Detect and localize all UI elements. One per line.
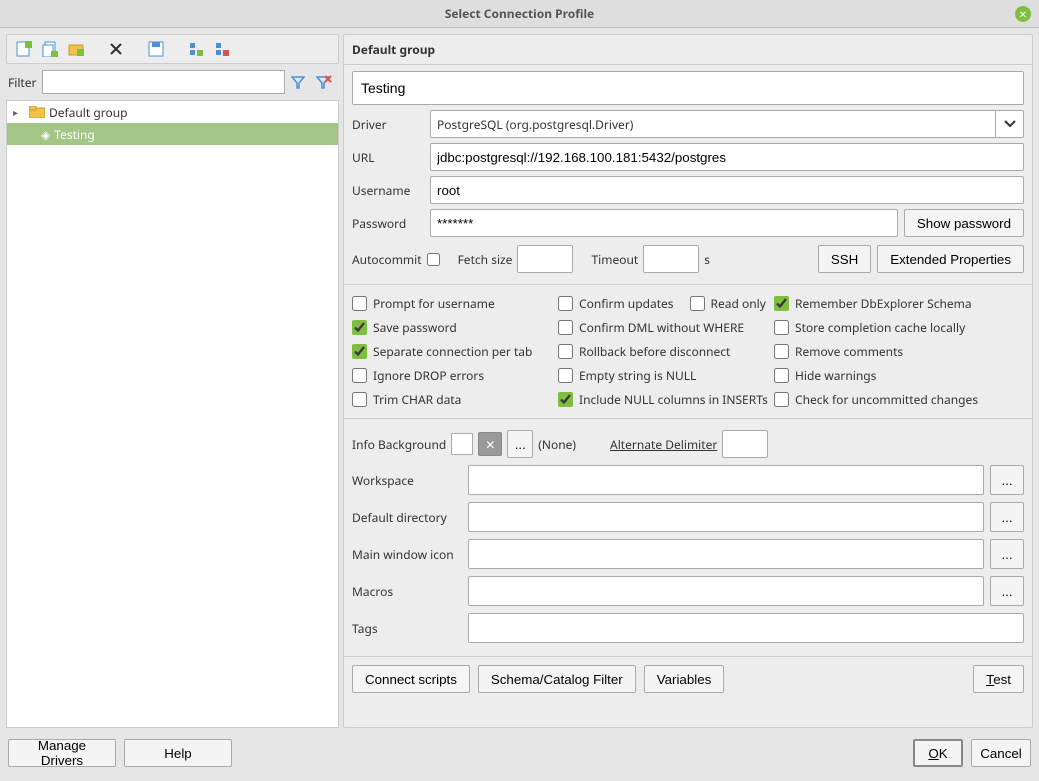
- show-password-button[interactable]: Show password: [904, 209, 1024, 237]
- workspace-browse-button[interactable]: ...: [990, 465, 1024, 495]
- workspace-input[interactable]: [468, 465, 984, 495]
- url-input[interactable]: [430, 143, 1024, 171]
- fetch-input[interactable]: [517, 245, 573, 273]
- funnel-icon[interactable]: [285, 71, 311, 93]
- username-input[interactable]: [430, 176, 1024, 204]
- icon-label: Main window icon: [352, 546, 462, 563]
- autocommit-label: Autocommit: [352, 251, 422, 268]
- defdir-label: Default directory: [352, 509, 462, 526]
- workspace-label: Workspace: [352, 472, 462, 489]
- chevron-down-icon[interactable]: [995, 111, 1023, 137]
- autocommit-checkbox[interactable]: [427, 253, 440, 266]
- chk-remember-schema[interactable]: [774, 296, 789, 311]
- expand-icon[interactable]: ▸: [13, 105, 25, 119]
- password-input[interactable]: [430, 209, 898, 237]
- test-button[interactable]: Test: [973, 665, 1024, 693]
- help-button[interactable]: Help: [124, 739, 232, 767]
- variables-button[interactable]: Variables: [644, 665, 725, 693]
- chk-separate-conn[interactable]: [352, 344, 367, 359]
- profile-tree[interactable]: ▸ Default group ◈ Testing: [6, 100, 339, 728]
- icon-browse-button[interactable]: ...: [990, 539, 1024, 569]
- info-bg-label: Info Background: [352, 436, 446, 453]
- chk-readonly[interactable]: [690, 296, 705, 311]
- clear-color-icon[interactable]: ✕: [478, 432, 502, 456]
- folder-icon: [29, 106, 45, 118]
- ssh-button[interactable]: SSH: [818, 245, 871, 273]
- extended-properties-button[interactable]: Extended Properties: [877, 245, 1024, 273]
- chk-confirm-updates[interactable]: [558, 296, 573, 311]
- macros-browse-button[interactable]: ...: [990, 576, 1024, 606]
- manage-drivers-button[interactable]: Manage Drivers: [8, 739, 116, 767]
- chk-prompt-username[interactable]: [352, 296, 367, 311]
- copy-profile-icon[interactable]: [39, 38, 61, 60]
- ok-button[interactable]: OK: [913, 739, 963, 767]
- chk-remove-comments[interactable]: [774, 344, 789, 359]
- password-label: Password: [352, 215, 430, 232]
- fetch-label: Fetch size: [458, 251, 513, 268]
- tree-item-selected[interactable]: ◈ Testing: [7, 123, 338, 145]
- tree-item-label: Testing: [54, 126, 95, 143]
- filter-input[interactable]: [42, 70, 285, 94]
- filter-label: Filter: [8, 74, 42, 91]
- defdir-browse-button[interactable]: ...: [990, 502, 1024, 532]
- profile-name-input[interactable]: [352, 71, 1024, 105]
- macros-input[interactable]: [468, 576, 984, 606]
- chk-include-null[interactable]: [558, 392, 573, 407]
- dialog-footer: Manage Drivers Help OK Cancel: [0, 734, 1039, 772]
- driver-label: Driver: [352, 116, 430, 133]
- chk-uncommitted[interactable]: [774, 392, 789, 407]
- group-header: Default group: [344, 35, 1032, 64]
- tree-add-icon[interactable]: [185, 38, 207, 60]
- connection-icon: ◈: [41, 126, 50, 143]
- tags-input[interactable]: [468, 613, 1024, 643]
- title-bar: Select Connection Profile ✕: [0, 0, 1039, 28]
- profile-toolbar: [6, 34, 339, 64]
- timeout-label: Timeout: [591, 251, 638, 268]
- timeout-input[interactable]: [643, 245, 699, 273]
- chk-rollback[interactable]: [558, 344, 573, 359]
- macros-label: Macros: [352, 583, 462, 600]
- tree-remove-icon[interactable]: [211, 38, 233, 60]
- close-icon[interactable]: ✕: [1015, 6, 1031, 22]
- tree-group-label: Default group: [49, 104, 128, 121]
- window-title: Select Connection Profile: [445, 5, 594, 22]
- schema-filter-button[interactable]: Schema/Catalog Filter: [478, 665, 636, 693]
- connect-scripts-button[interactable]: Connect scripts: [352, 665, 470, 693]
- new-folder-icon[interactable]: [65, 38, 87, 60]
- chk-save-password[interactable]: [352, 320, 367, 335]
- chk-empty-null[interactable]: [558, 368, 573, 383]
- chk-ignore-drop[interactable]: [352, 368, 367, 383]
- chk-hide-warnings[interactable]: [774, 368, 789, 383]
- tags-label: Tags: [352, 620, 462, 637]
- color-browse-button[interactable]: ...: [507, 430, 533, 458]
- cancel-button[interactable]: Cancel: [971, 739, 1031, 767]
- color-none-label: (None): [538, 436, 576, 453]
- funnel-clear-icon[interactable]: [311, 71, 337, 93]
- chk-trim-char[interactable]: [352, 392, 367, 407]
- tree-group[interactable]: ▸ Default group: [7, 101, 338, 123]
- icon-input[interactable]: [468, 539, 984, 569]
- defdir-input[interactable]: [468, 502, 984, 532]
- driver-value: PostgreSQL (org.postgresql.Driver): [437, 116, 633, 133]
- username-label: Username: [352, 182, 430, 199]
- url-label: URL: [352, 149, 430, 166]
- timeout-unit: s: [704, 251, 710, 268]
- save-icon[interactable]: [145, 38, 167, 60]
- alt-delimiter-input[interactable]: [722, 430, 768, 458]
- new-profile-icon[interactable]: [13, 38, 35, 60]
- alt-delimiter-label[interactable]: Alternate Delimiter: [610, 436, 717, 453]
- chk-store-cache[interactable]: [774, 320, 789, 335]
- driver-select[interactable]: PostgreSQL (org.postgresql.Driver): [430, 110, 1024, 138]
- color-swatch[interactable]: [451, 433, 473, 455]
- delete-icon[interactable]: [105, 38, 127, 60]
- chk-confirm-dml[interactable]: [558, 320, 573, 335]
